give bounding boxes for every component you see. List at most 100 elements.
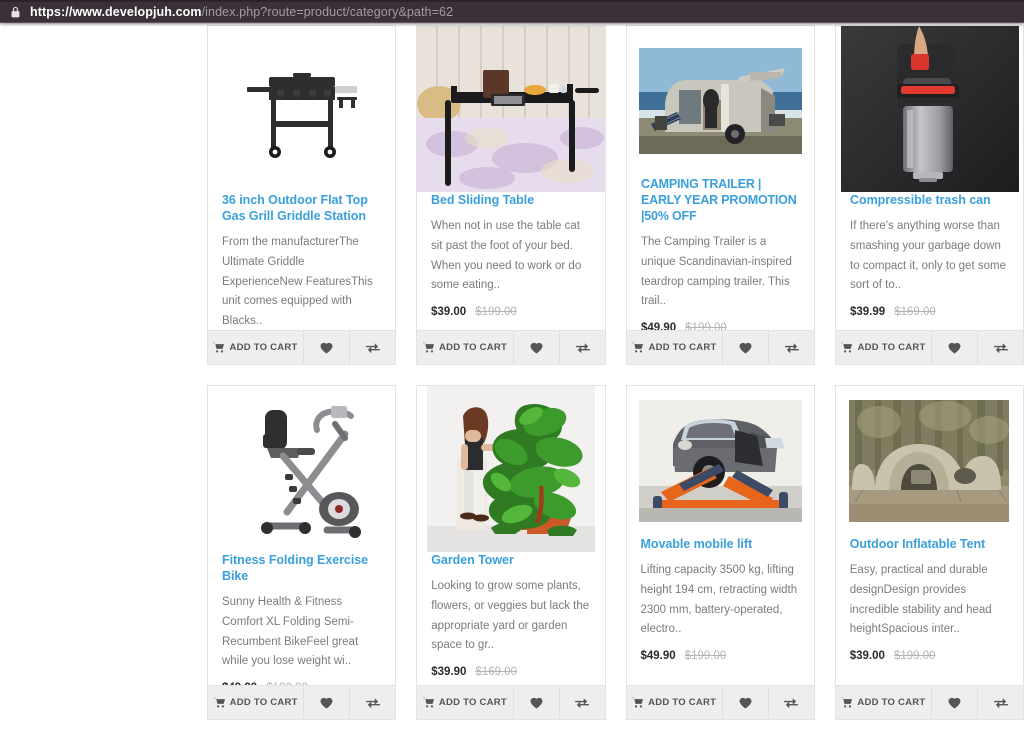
product-card-actions: ADD TO CART <box>208 330 395 364</box>
product-title[interactable]: Movable mobile lift <box>641 536 800 552</box>
gas-grill-griddle-image[interactable] <box>208 26 395 192</box>
product-description: Sunny Health & Fitness Comfort XL Foldin… <box>222 596 359 668</box>
compare-button[interactable] <box>768 331 814 364</box>
product-price-old: $199.00 <box>475 306 517 319</box>
add-to-cart-button[interactable]: ADD TO CART <box>208 331 303 364</box>
product-price-old: $199.00 <box>684 650 727 663</box>
add-to-cart-button[interactable]: ADD TO CART <box>208 686 304 719</box>
wishlist-button[interactable] <box>931 331 977 364</box>
compare-button[interactable] <box>977 331 1023 364</box>
add-to-cart-button[interactable]: ADD TO CART <box>835 686 931 719</box>
compare-arrows-icon <box>993 342 1008 353</box>
product-card-text: Outdoor Inflatable Tent Easy, practical … <box>836 536 1023 685</box>
product-price-old: $169.00 <box>475 666 518 679</box>
heart-icon <box>739 342 752 354</box>
product-card-actions: ADD TO CART <box>626 685 814 719</box>
wishlist-button[interactable] <box>303 331 349 364</box>
wishlist-button[interactable] <box>721 686 768 719</box>
url-host: www.developjuh.com <box>72 5 202 19</box>
wishlist-button[interactable] <box>722 331 768 364</box>
product-title[interactable]: Outdoor Inflatable Tent <box>850 536 1009 552</box>
add-to-cart-button[interactable]: ADD TO CART <box>627 331 722 364</box>
add-to-cart-label: ADD TO CART <box>229 697 298 708</box>
product-title[interactable]: Bed Sliding Table <box>431 192 591 208</box>
lock-icon <box>11 6 20 18</box>
product-card-text: Compressible trash can If there's anythi… <box>836 192 1023 330</box>
product-price-row: $49.90 $199.00 <box>641 650 800 662</box>
bed-sliding-table-image[interactable] <box>417 26 605 192</box>
product-card[interactable]: Fitness Folding Exercise Bike Sunny Heal… <box>207 385 397 720</box>
add-to-cart-button[interactable]: ADD TO CART <box>417 331 513 364</box>
add-to-cart-label: ADD TO CART <box>438 342 508 353</box>
product-card-body: 36 inch Outdoor Flat Top Gas Grill Gridd… <box>208 26 395 330</box>
product-title[interactable]: Compressible trash can <box>850 192 1009 208</box>
outdoor-inflatable-tent-image[interactable] <box>835 386 1023 536</box>
wishlist-button[interactable] <box>513 331 559 364</box>
product-price-row: $39.00 $199.00 <box>431 306 591 318</box>
compare-arrows-icon <box>365 342 380 353</box>
product-card[interactable]: Movable mobile lift Lifting capacity 350… <box>625 385 815 720</box>
product-description: From the manufacturerThe Ultimate Griddl… <box>222 236 373 328</box>
add-to-cart-button[interactable]: ADD TO CART <box>626 686 722 719</box>
add-to-cart-button[interactable]: ADD TO CART <box>836 331 931 364</box>
shopping-cart-icon <box>632 697 644 708</box>
compare-button[interactable] <box>559 331 605 364</box>
product-card[interactable]: 36 inch Outdoor Flat Top Gas Grill Gridd… <box>207 25 396 365</box>
compressible-trash-can-image[interactable] <box>836 26 1023 192</box>
shopping-cart-icon <box>213 697 225 708</box>
browser-url-bar[interactable]: https://www.developjuh.com/index.php?rou… <box>0 0 1024 23</box>
camping-trailer-image[interactable] <box>627 26 814 176</box>
product-card-body: Outdoor Inflatable Tent Easy, practical … <box>835 386 1023 685</box>
product-title[interactable]: Garden Tower <box>431 552 590 568</box>
compare-button[interactable] <box>767 686 814 719</box>
url-scheme: https:// <box>30 5 73 19</box>
folding-exercise-bike-image[interactable] <box>208 386 396 552</box>
product-card-body: Garden Tower Looking to grow some plants… <box>417 386 605 685</box>
heart-icon <box>530 697 542 709</box>
product-card[interactable]: Garden Tower Looking to grow some plants… <box>416 385 606 720</box>
product-description: Looking to grow some plants, flowers, or… <box>431 580 590 652</box>
wishlist-button[interactable] <box>512 686 559 719</box>
compare-button[interactable] <box>349 331 395 364</box>
product-card[interactable]: CAMPING TRAILER | EARLY YEAR PROMOTION |… <box>626 25 815 365</box>
product-price-new: $39.90 <box>431 666 467 679</box>
compare-arrows-icon <box>365 697 380 708</box>
product-card-actions: ADD TO CART <box>417 330 605 364</box>
product-card-text: CAMPING TRAILER | EARLY YEAR PROMOTION |… <box>627 176 814 330</box>
product-card-actions: ADD TO CART <box>208 685 396 719</box>
product-title[interactable]: CAMPING TRAILER | EARLY YEAR PROMOTION |… <box>641 176 800 224</box>
garden-tower-image[interactable] <box>417 386 605 552</box>
add-to-cart-label: ADD TO CART <box>857 697 926 708</box>
product-card[interactable]: Bed Sliding Table When not in use the ta… <box>416 25 606 365</box>
shopping-cart-icon <box>213 342 225 353</box>
wishlist-button[interactable] <box>303 686 350 719</box>
product-card-body: Fitness Folding Exercise Bike Sunny Heal… <box>208 386 396 685</box>
heart-icon <box>948 697 961 709</box>
product-description: Easy, practical and durable designDesign… <box>849 564 992 636</box>
compare-button[interactable] <box>349 686 396 719</box>
product-card[interactable]: Outdoor Inflatable Tent Easy, practical … <box>834 385 1024 720</box>
wishlist-button[interactable] <box>931 686 977 719</box>
compare-arrows-icon <box>784 697 799 708</box>
shopping-cart-icon <box>632 342 644 353</box>
product-price-new: $39.99 <box>850 306 886 319</box>
movable-mobile-lift-image[interactable] <box>626 386 814 536</box>
url-text[interactable]: https://www.developjuh.com/index.php?rou… <box>30 5 453 19</box>
heart-icon <box>739 697 752 709</box>
product-title[interactable]: 36 inch Outdoor Flat Top Gas Grill Gridd… <box>222 192 381 224</box>
product-row: Fitness Folding Exercise Bike Sunny Heal… <box>207 385 1024 720</box>
heart-icon <box>320 697 333 709</box>
compare-arrows-icon <box>784 342 799 353</box>
add-to-cart-button[interactable]: ADD TO CART <box>417 686 513 719</box>
product-price-new: $49.90 <box>641 322 677 330</box>
product-price-row: $39.90 $169.00 <box>431 666 590 678</box>
product-card-body: Movable mobile lift Lifting capacity 350… <box>626 386 814 685</box>
product-card-actions: ADD TO CART <box>627 330 814 364</box>
shopping-cart-icon <box>422 697 434 708</box>
compare-button[interactable] <box>977 686 1023 719</box>
compare-button[interactable] <box>558 686 605 719</box>
compare-arrows-icon <box>575 697 589 708</box>
product-title[interactable]: Fitness Folding Exercise Bike <box>222 552 381 584</box>
product-card[interactable]: Compressible trash can If there's anythi… <box>835 25 1024 365</box>
product-card-actions: ADD TO CART <box>836 330 1023 364</box>
